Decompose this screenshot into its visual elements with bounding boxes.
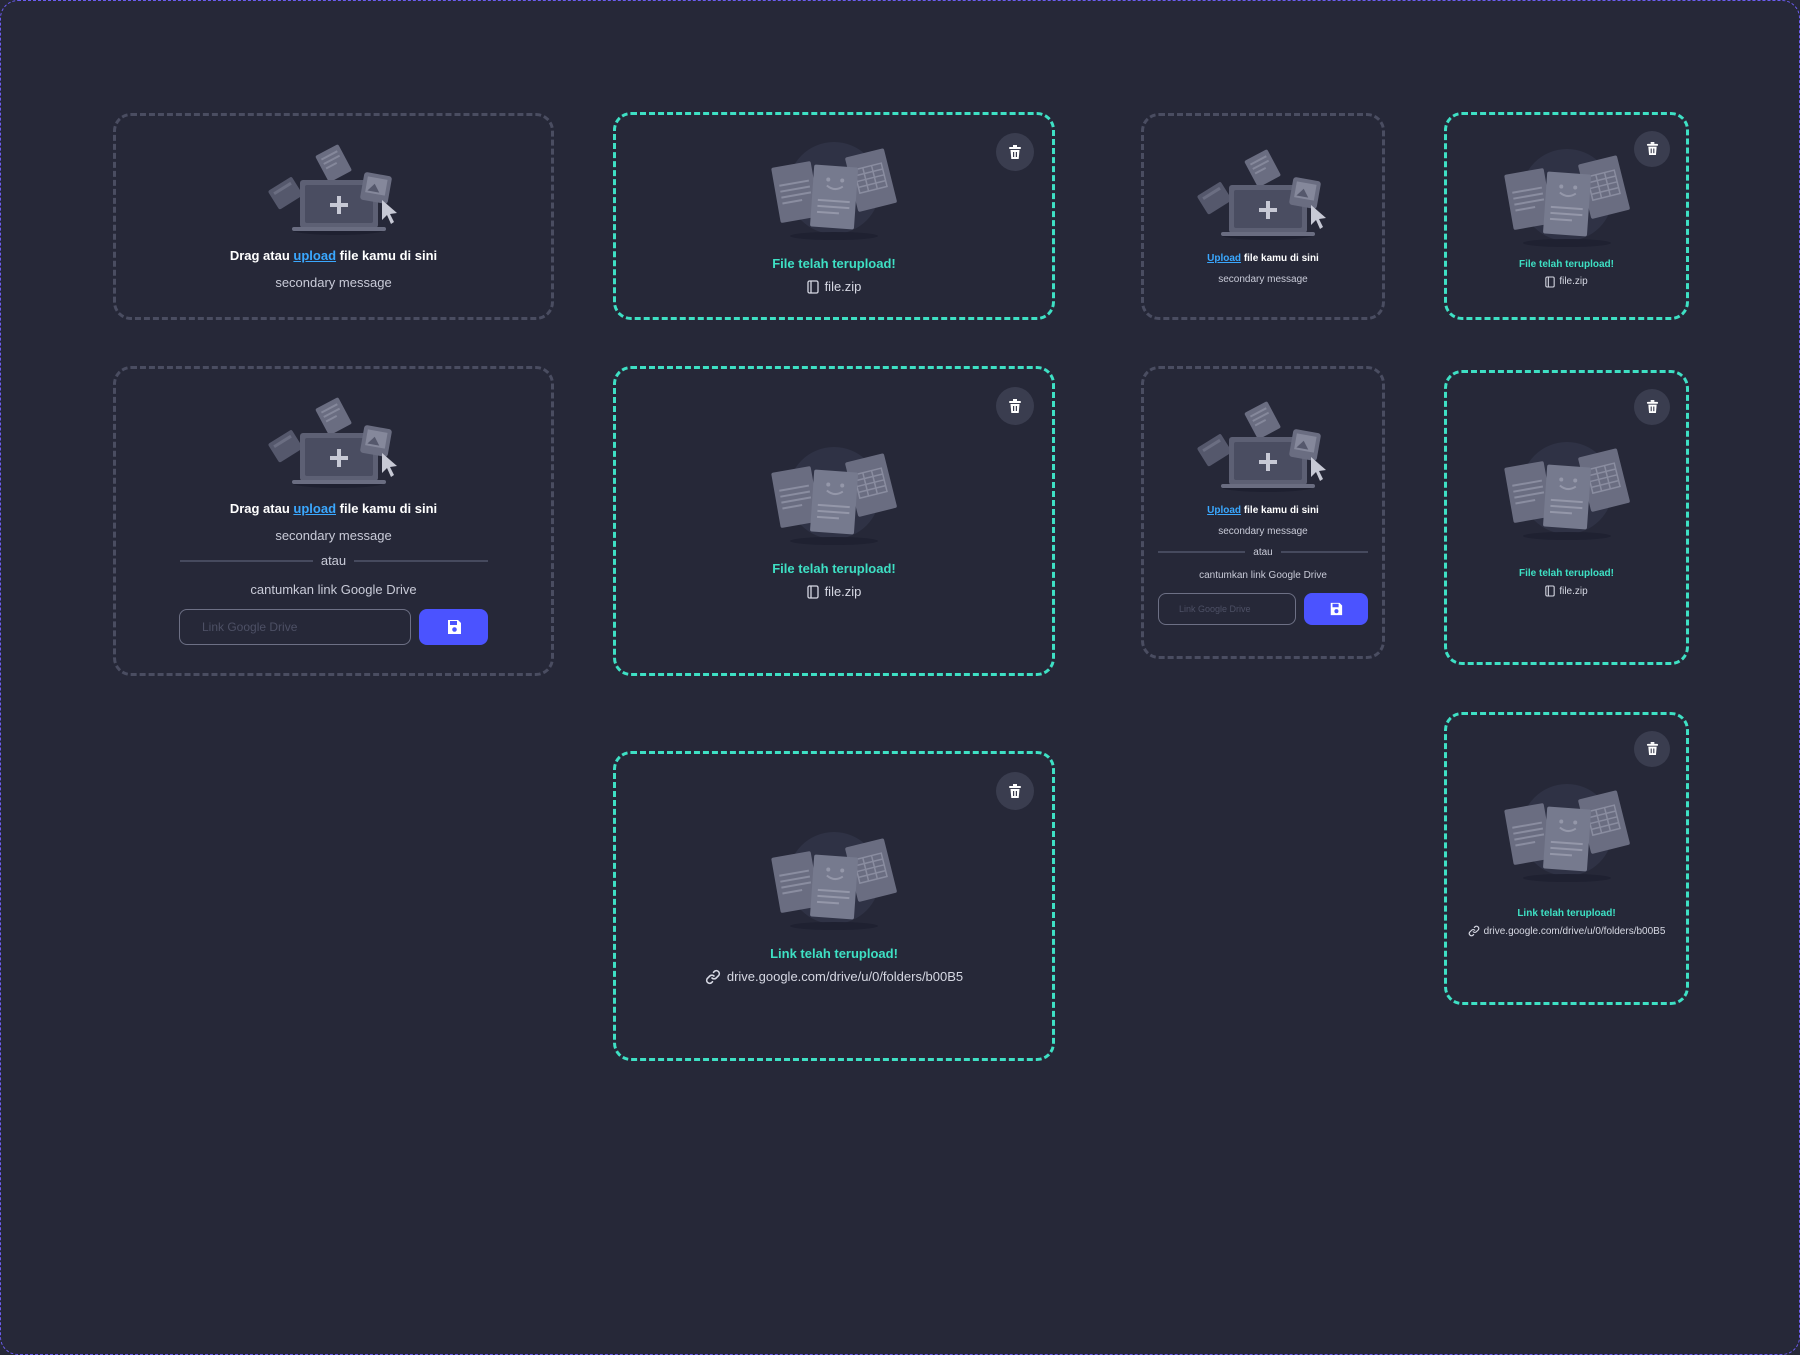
upload-illustration bbox=[1197, 149, 1326, 240]
link-row: drive.google.com/drive/u/0/folders/b00B5 bbox=[1468, 925, 1666, 937]
upload-link[interactable]: upload bbox=[293, 501, 336, 516]
upload-success-title: File telah terupload! bbox=[772, 256, 896, 271]
delete-button[interactable] bbox=[1634, 389, 1670, 425]
uploaded-link-card-small: Link telah terupload! drive.google.com/d… bbox=[1444, 712, 1689, 1005]
upload-success-title: File telah terupload! bbox=[1518, 568, 1614, 579]
link-row: drive.google.com/drive/u/0/folders/b00B5 bbox=[705, 969, 963, 985]
or-label: atau bbox=[1253, 546, 1273, 558]
dropzone-large-gdrive[interactable]: Drag atau upload file kamu di sini secon… bbox=[113, 366, 554, 676]
upload-suffix: file kamu di sini bbox=[1243, 504, 1319, 516]
file-name: file.zip bbox=[1559, 276, 1588, 287]
upload-suffix: file kamu di sini bbox=[339, 247, 438, 263]
secondary-message: secondary message bbox=[275, 528, 392, 543]
gdrive-label: cantumkan link Google Drive bbox=[1199, 569, 1327, 581]
file-row: file.zip bbox=[1545, 275, 1588, 288]
file-icon bbox=[1545, 275, 1556, 288]
files-illustration bbox=[1503, 148, 1630, 247]
link-url: drive.google.com/drive/u/0/folders/b00B5 bbox=[726, 969, 964, 984]
gdrive-link-input[interactable] bbox=[1158, 592, 1296, 625]
gdrive-label: cantumkan link Google Drive bbox=[250, 582, 417, 597]
uploaded-file-card-small: File telah terupload! file.zip bbox=[1444, 112, 1689, 320]
or-divider: atau bbox=[179, 553, 488, 568]
or-label: atau bbox=[320, 553, 347, 568]
file-row: file.zip bbox=[806, 584, 862, 599]
trash-icon bbox=[1646, 142, 1658, 156]
file-row: file.zip bbox=[806, 279, 862, 294]
files-illustration bbox=[771, 142, 897, 240]
uploaded-link-card: Link telah terupload! drive.google.com/d… bbox=[613, 751, 1055, 1061]
trash-icon bbox=[1009, 144, 1021, 159]
drag-text: Drag atau bbox=[229, 501, 290, 516]
upload-suffix: file kamu di sini bbox=[339, 501, 438, 516]
save-button[interactable] bbox=[419, 609, 488, 645]
save-button[interactable] bbox=[1304, 592, 1368, 625]
link-icon bbox=[1468, 925, 1479, 937]
files-illustration bbox=[771, 447, 897, 545]
upload-success-title: File telah terupload! bbox=[1518, 258, 1614, 270]
file-name: file.zip bbox=[1559, 585, 1588, 597]
uploaded-file-card-tall: File telah terupload! file.zip bbox=[613, 366, 1055, 676]
trash-icon bbox=[1009, 783, 1021, 798]
file-name: file.zip bbox=[824, 279, 862, 294]
save-icon bbox=[1330, 602, 1343, 615]
upload-illustration bbox=[268, 397, 397, 488]
trash-icon bbox=[1646, 400, 1658, 414]
link-icon bbox=[705, 969, 720, 984]
upload-illustration bbox=[1197, 401, 1326, 492]
or-divider: atau bbox=[1158, 547, 1368, 558]
files-illustration bbox=[1503, 442, 1630, 540]
files-illustration bbox=[771, 831, 897, 930]
delete-button[interactable] bbox=[996, 387, 1034, 425]
secondary-message: secondary message bbox=[1218, 273, 1308, 285]
secondary-message: secondary message bbox=[275, 274, 392, 290]
upload-link[interactable]: upload bbox=[293, 248, 336, 263]
secondary-message: secondary message bbox=[1218, 525, 1308, 537]
files-illustration bbox=[1503, 784, 1630, 882]
delete-button[interactable] bbox=[1634, 731, 1670, 767]
gdrive-link-input[interactable] bbox=[179, 609, 411, 645]
upload-illustration bbox=[268, 144, 397, 235]
delete-button[interactable] bbox=[1634, 131, 1670, 167]
trash-icon bbox=[1009, 398, 1021, 413]
upload-success-title: File telah terupload! bbox=[772, 561, 896, 576]
link-success-title: Link telah terupload! bbox=[1517, 908, 1616, 919]
canvas-frame: Drag atau upload file kamu di sini secon… bbox=[0, 0, 1800, 1355]
uploaded-file-card: File telah terupload! file.zip bbox=[613, 112, 1055, 320]
file-row: file.zip bbox=[1545, 585, 1588, 597]
dropzone-small-gdrive[interactable]: Upload file kamu di sini secondary messa… bbox=[1141, 366, 1385, 659]
dropzone-large[interactable]: Drag atau upload file kamu di sini secon… bbox=[113, 113, 554, 320]
file-icon bbox=[806, 584, 819, 599]
link-success-title: Link telah terupload! bbox=[770, 945, 898, 961]
delete-button[interactable] bbox=[996, 772, 1034, 810]
file-icon bbox=[1545, 585, 1556, 597]
trash-icon bbox=[1646, 742, 1658, 756]
file-name: file.zip bbox=[824, 584, 862, 599]
uploaded-file-card-small-tall: File telah terupload! file.zip bbox=[1444, 370, 1689, 665]
upload-link[interactable]: Upload bbox=[1207, 253, 1241, 264]
dropzone-small[interactable]: Upload file kamu di sini secondary messa… bbox=[1141, 113, 1385, 320]
save-icon bbox=[447, 620, 461, 634]
upload-suffix: file kamu di sini bbox=[1243, 252, 1319, 264]
drag-text: Drag atau bbox=[229, 247, 290, 263]
link-url: drive.google.com/drive/u/0/folders/b00B5 bbox=[1483, 925, 1666, 937]
gdrive-row bbox=[1158, 592, 1368, 625]
file-icon bbox=[806, 279, 819, 294]
delete-button[interactable] bbox=[996, 133, 1034, 171]
gdrive-row bbox=[179, 609, 488, 645]
upload-link[interactable]: Upload bbox=[1207, 505, 1241, 516]
